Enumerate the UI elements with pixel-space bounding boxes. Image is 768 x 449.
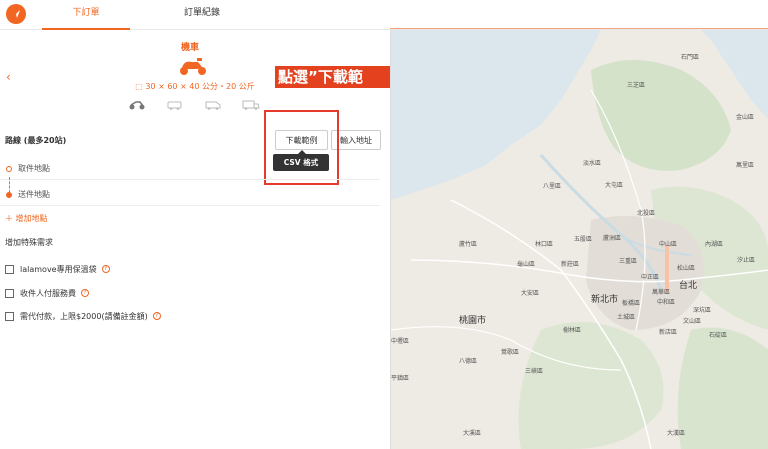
map-place-label: 土城區 [617, 314, 636, 321]
motorcycle-icon [180, 58, 206, 75]
vehicle-car-icon[interactable] [166, 100, 184, 110]
map-place-label: 大溪區 [463, 430, 482, 437]
map-place-label: 大屯區 [605, 182, 624, 189]
dimensions-text: 30 × 60 × 40 公分・20 公斤 [145, 82, 255, 91]
box-icon: ⬚ [135, 82, 146, 91]
map-place-label: 新莊區 [561, 261, 580, 268]
map-place-label: 蘆洲區 [603, 235, 622, 242]
map-place-label: 汐止區 [737, 257, 756, 264]
map-view[interactable]: 石門區 三芝區 金山區 萬里區 淡水區 八里區 北投區 蘆竹區 林口區 五股區 … [390, 30, 768, 449]
map-place-label: 石碇區 [709, 332, 728, 339]
map-place-label: 鶯歌區 [501, 349, 520, 356]
instruction-callout: 點選”下載範例“ [275, 66, 390, 108]
checkbox[interactable] [5, 311, 14, 321]
map-place-label: 中和區 [657, 299, 676, 306]
checkbox[interactable] [5, 288, 14, 298]
map-city-label: 新北市 [591, 295, 619, 305]
header-divider [390, 28, 768, 29]
help-icon[interactable]: ? [101, 265, 110, 273]
stop-dropoff[interactable]: 送件地點 [0, 184, 380, 206]
map-place-label: 深坑區 [693, 307, 712, 314]
vehicle-truck-icon[interactable] [242, 100, 260, 110]
map-place-label: 中正區 [641, 274, 660, 281]
special-requests-title: 增加特殊需求 [5, 238, 53, 247]
option-recipient-pays[interactable]: 收件人付服務費 ? [5, 286, 89, 300]
map-place-label: 金山區 [736, 114, 755, 121]
map-place-label: 大漢區 [667, 430, 686, 437]
lalamove-logo-icon[interactable] [6, 4, 26, 24]
map-place-label: 內湖區 [705, 241, 724, 248]
map-place-label: 龜山區 [517, 261, 536, 268]
map-place-label: 中壢區 [391, 338, 410, 345]
help-icon[interactable]: ? [81, 289, 89, 297]
map-city-label: 桃園市 [459, 316, 487, 326]
map-place-label: 蘆竹區 [459, 241, 478, 248]
option-label: lalamove專用保溫袋 [20, 264, 97, 274]
tab-order-history[interactable]: 訂單紀錄 [160, 0, 244, 30]
map-place-label: 松山區 [677, 265, 696, 272]
pickup-dot-icon [6, 166, 12, 172]
route-label: 路線 (最多20站) [5, 136, 67, 145]
vehicle-van-icon[interactable] [204, 100, 222, 110]
map-place-label: 大安區 [521, 290, 540, 297]
map-place-label: 萬華區 [652, 289, 671, 296]
map-place-label: 淡水區 [583, 160, 602, 167]
map-place-label: 八里區 [543, 183, 562, 190]
pickup-label: 取件地點 [18, 164, 50, 173]
map-place-label: 北投區 [637, 210, 656, 217]
map-place-label: 三峽區 [525, 368, 544, 375]
option-label: 收件人付服務費 [20, 288, 76, 298]
vehicle-type-selector [128, 100, 260, 110]
map-place-label: 三芝區 [627, 82, 646, 89]
map-place-label: 中山區 [659, 241, 678, 248]
dropoff-label: 送件地點 [18, 190, 50, 199]
plus-icon: ＋ [5, 214, 16, 223]
map-place-label: 五股區 [574, 236, 593, 243]
help-icon[interactable]: ? [152, 312, 161, 320]
map-place-label: 板橋區 [622, 300, 641, 307]
map-place-label: 新店區 [659, 329, 678, 336]
dropoff-dot-icon [6, 192, 12, 198]
map-place-label: 萬里區 [736, 162, 755, 169]
map-place-label: 林口區 [535, 241, 554, 248]
map-city-label: 台北 [679, 281, 698, 291]
map-place-label: 三重區 [619, 258, 638, 265]
add-stop-label: 增加地點 [15, 214, 48, 223]
vehicle-motorcycle-icon[interactable] [128, 100, 146, 110]
map-place-label: 文山區 [683, 318, 702, 325]
map-place-label: 石門區 [681, 54, 700, 61]
option-label: 需代付款，上限$2000(請備註金額) [20, 311, 148, 321]
add-stop-button[interactable]: ＋ 增加地點 [5, 213, 48, 224]
vehicle-title: 機車 [180, 43, 199, 53]
map-place-label: 八德區 [459, 358, 478, 365]
option-cash-on-delivery[interactable]: 需代付款，上限$2000(請備註金額) ? [5, 309, 161, 323]
stop-pickup[interactable]: 取件地點 [0, 158, 380, 180]
top-header: 下訂單 訂單紀錄 [0, 0, 768, 30]
map-place-label: 樹林區 [563, 327, 582, 334]
map-place-label: 平鎮區 [391, 375, 410, 382]
option-thermal-bag[interactable]: lalamove專用保溫袋 ? [5, 262, 110, 276]
checkbox[interactable] [5, 264, 14, 274]
order-panel: ‹ 機車 ⬚ 30 × 60 × 40 公分・20 公斤 路線 (最多20站) … [0, 30, 390, 449]
tab-place-order[interactable]: 下訂單 [42, 0, 130, 30]
